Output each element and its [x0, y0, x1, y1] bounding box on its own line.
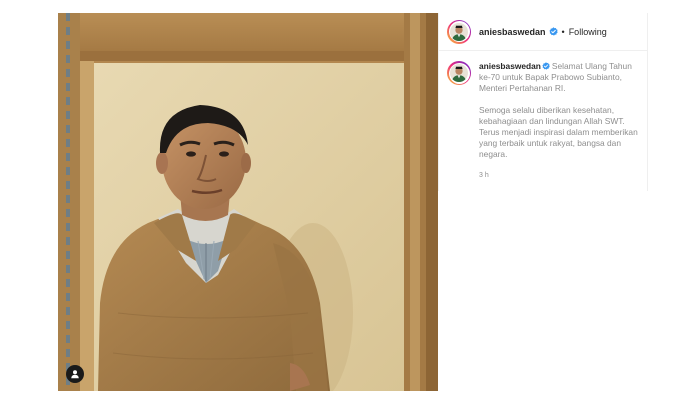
post-author-username[interactable]: aniesbaswedan [479, 27, 546, 37]
post-photo[interactable] [58, 13, 438, 391]
avatar[interactable] [447, 19, 471, 44]
verified-badge-icon [542, 62, 550, 70]
avatar-image [450, 22, 468, 41]
avatar-image [450, 64, 468, 82]
caption-author-username[interactable]: aniesbaswedan [479, 61, 541, 71]
caption-paragraph-2: Semoga selalu diberikan kesehatan, kebah… [479, 105, 638, 159]
user-tag-icon [71, 370, 79, 379]
header-separator: • [561, 26, 565, 37]
caption-avatar[interactable] [447, 61, 471, 85]
caption-row: aniesbaswedan Selamat Ulang Tahun ke-70 u… [439, 51, 647, 181]
post-image [58, 13, 438, 391]
tagged-users-button[interactable] [66, 365, 84, 383]
caption-text: aniesbaswedan Selamat Ulang Tahun ke-70 u… [479, 61, 639, 181]
caption-paragraph: aniesbaswedan Selamat Ulang Tahun ke-70 u… [479, 61, 639, 94]
blank-area [438, 191, 700, 391]
post-sidebar: aniesbaswedan • Following aniesbaswedan … [438, 13, 648, 191]
post-header: aniesbaswedan • Following [439, 13, 647, 51]
verified-badge-icon [548, 27, 558, 36]
following-button[interactable]: Following [569, 27, 607, 37]
post-timestamp[interactable]: 3 h [479, 170, 639, 181]
